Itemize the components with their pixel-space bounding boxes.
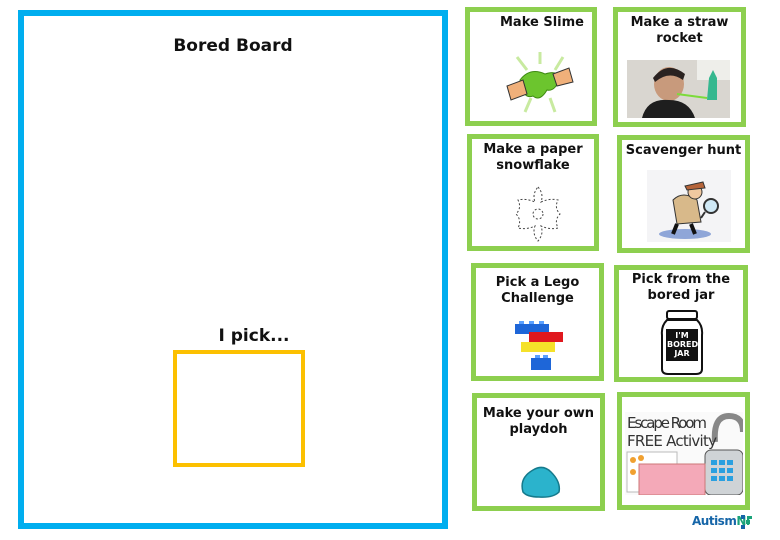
card-escape-room[interactable]: Escape Room FREE Activity [617, 392, 750, 510]
card-title: Make your own playdoh [482, 406, 595, 437]
card-lego-challenge[interactable]: Pick a Lego Challenge [471, 263, 604, 381]
card-title: Make Slime [500, 15, 584, 30]
detective-icon [647, 170, 731, 242]
card-playdoh[interactable]: Make your own playdoh [472, 393, 605, 511]
pick-drop-box[interactable] [173, 350, 305, 467]
lego-bricks-icon [515, 321, 563, 370]
card-straw-rocket[interactable]: Make a straw rocket [613, 7, 746, 127]
bored-board: Bored Board I pick... [18, 10, 448, 529]
card-title: Pick from the bored jar [631, 272, 731, 303]
jar-label: I'M BORED JAR [667, 331, 699, 358]
logo-text: Autism [692, 514, 737, 528]
escape-room-text-1: Escape Room [627, 414, 707, 432]
card-title: Make a paper snowflake [483, 142, 583, 173]
escape-room-text-2: FREE Activity [627, 432, 717, 450]
slime-icon [506, 52, 574, 113]
card-title: Pick a Lego Challenge [495, 275, 580, 306]
straw-rocket-photo [627, 60, 730, 118]
playdoh-icon [521, 466, 561, 498]
card-title: Scavenger hunt [625, 143, 742, 158]
snowflake-icon [515, 186, 561, 242]
autism-ni-logo-mark-icon [741, 515, 752, 529]
card-title: Make a straw rocket [630, 15, 729, 46]
card-bored-jar[interactable]: Pick from the bored jar I'M BORED JAR [614, 265, 748, 382]
pick-label: I pick... [218, 326, 290, 346]
card-scavenger-hunt[interactable]: Scavenger hunt [617, 135, 750, 253]
board-title: Bored Board [173, 36, 293, 56]
card-paper-snowflake[interactable]: Make a paper snowflake [467, 134, 599, 251]
card-make-slime[interactable]: Make Slime [465, 7, 597, 126]
escape-room-flyer-image: Escape Room FREE Activity [625, 412, 743, 495]
